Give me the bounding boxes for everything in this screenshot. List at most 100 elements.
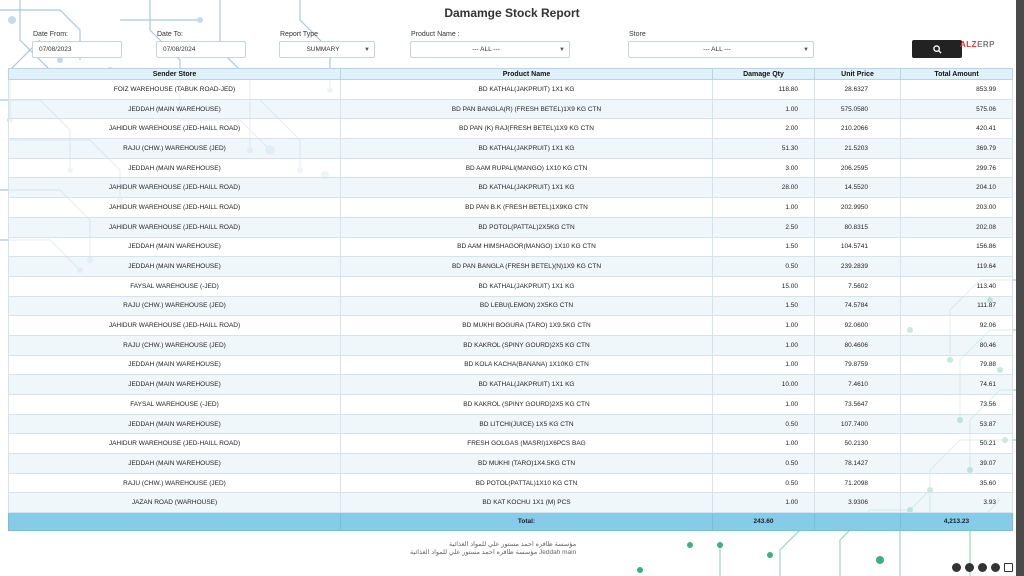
table-body: FOIZ WAREHOUSE (TABUK ROAD-JED) BD KATHAL… — [8, 79, 1013, 514]
cell-damage-qty: 1.00 — [712, 394, 815, 415]
column-header-sender-store[interactable]: Sender Store — [8, 68, 341, 80]
cell-product-name: BD MUKHI (TARO)1X4.5KG CTN — [340, 453, 713, 474]
table-row[interactable]: JAHIDUR WAREHOUSE (JED-HAILL ROAD) BD MUK… — [8, 315, 1013, 336]
total-spacer — [8, 512, 341, 532]
table-row[interactable]: RAJU (CHW.) WAREHOUSE (JED) BD POTOL(PATT… — [8, 472, 1013, 494]
table-row[interactable]: RAJU (CHW.) WAREHOUSE (JED) BD LEBU(LEMON… — [8, 295, 1013, 317]
cell-product-name: BD PAN BANGLA(R) (FRESH BETEL)1X9 KG CTN — [340, 98, 713, 120]
cell-unit-price: 50.2130 — [814, 433, 901, 455]
cell-product-name: BD PAN B.K (FRESH BETEL)1X9KG CTN — [340, 197, 713, 218]
cell-damage-qty: 1.00 — [712, 492, 815, 514]
cell-damage-qty: 1.00 — [712, 433, 815, 455]
cell-sender-store: FOIZ WAREHOUSE (TABUK ROAD-JED) — [8, 79, 341, 100]
table-row[interactable]: FOIZ WAREHOUSE (TABUK ROAD-JED) BD KATHAL… — [8, 79, 1013, 100]
cell-product-name: BD MUKHI BOGURA (TARO) 1X9.5KG CTN — [340, 315, 713, 336]
cell-product-name: BD KATHAL(JAKPRUIT) 1X1 KG — [340, 177, 713, 199]
cell-sender-store: JAHIDUR WAREHOUSE (JED-HAILL ROAD) — [8, 315, 341, 336]
date-from-input[interactable]: 07/08/2023 — [32, 41, 122, 58]
table-row[interactable]: JEDDAH (MAIN WAREHOUSE) BD LITCHI(JUICE) … — [8, 413, 1013, 435]
cell-total-amount: 113.40 — [900, 275, 1013, 297]
product-name-label: Product Name : — [411, 31, 460, 38]
refresh-icon[interactable] — [965, 563, 974, 572]
cell-unit-price: 210.2066 — [814, 118, 901, 140]
table-row[interactable]: JAZAN ROAD (WARHOUSE) BD KAT KOCHU 1X1 (M… — [8, 492, 1013, 514]
chevron-down-icon: ▼ — [364, 47, 370, 53]
column-header-product-name[interactable]: Product Name — [340, 68, 713, 80]
cell-total-amount: 420.41 — [900, 118, 1013, 140]
company-footer: مؤسسة ظافره احمد مستور علي للمواد الغذائ… — [410, 541, 576, 557]
store-select[interactable]: --- ALL --- ▼ — [628, 41, 814, 58]
cell-product-name: BD KAKROL (SPINY GOURD)2X5 KG CTN — [340, 394, 713, 415]
table-row[interactable]: JEDDAH (MAIN WAREHOUSE) BD AAM RUPALI(MAN… — [8, 157, 1013, 179]
column-header-damage-qty[interactable]: Damage Qty — [712, 68, 815, 80]
cell-unit-price: 80.4606 — [814, 334, 901, 356]
cell-damage-qty: 1.00 — [712, 98, 815, 120]
cell-unit-price: 73.5647 — [814, 394, 901, 415]
cell-product-name: BD KATHAL(JAKPRUIT) 1X1 KG — [340, 275, 713, 297]
cell-damage-qty: 1.00 — [712, 197, 815, 218]
cell-sender-store: JEDDAH (MAIN WAREHOUSE) — [8, 453, 341, 474]
cell-damage-qty: 1.00 — [712, 354, 815, 376]
cell-damage-qty: 1.50 — [712, 295, 815, 317]
cell-sender-store: JEDDAH (MAIN WAREHOUSE) — [8, 256, 341, 277]
cell-total-amount: 156.86 — [900, 236, 1013, 258]
cell-unit-price: 575.0580 — [814, 98, 901, 120]
column-header-unit-price[interactable]: Unit Price — [814, 68, 901, 80]
power-icon[interactable] — [952, 563, 961, 572]
cell-unit-price: 14.5520 — [814, 177, 901, 199]
cell-damage-qty: 2.00 — [712, 118, 815, 140]
search-button[interactable] — [912, 40, 962, 58]
table-row[interactable]: JAHIDUR WAREHOUSE (JED-HAILL ROAD) BD PAN… — [8, 118, 1013, 140]
table-row[interactable]: JEDDAH (MAIN WAREHOUSE) BD PAN BANGLA(R) … — [8, 98, 1013, 120]
chevron-down-icon: ▼ — [803, 47, 809, 53]
alzerp-logo: ALZERP — [960, 40, 995, 49]
table-row[interactable]: JEDDAH (MAIN WAREHOUSE) BD PAN BANGLA (FR… — [8, 256, 1013, 277]
footer-toolbar — [952, 563, 1013, 572]
cell-product-name: BD LEBU(LEMON) 2X5KG CTN — [340, 295, 713, 317]
report-type-select[interactable]: SUMMARY ▼ — [279, 41, 375, 58]
cell-unit-price: 107.7400 — [814, 413, 901, 435]
table-row[interactable]: RAJU (CHW.) WAREHOUSE (JED) BD KATHAL(JAK… — [8, 138, 1013, 159]
table-row[interactable]: FAYSAL WAREHOUSE (-JED) BD KAKROL (SPINY … — [8, 394, 1013, 415]
cell-sender-store: RAJU (CHW.) WAREHOUSE (JED) — [8, 472, 341, 494]
fullscreen-icon[interactable] — [1004, 563, 1013, 572]
table-row[interactable]: JEDDAH (MAIN WAREHOUSE) BD KATHAL(JAKPRUI… — [8, 374, 1013, 395]
search-icon — [932, 44, 942, 54]
chevron-down-icon: ▼ — [559, 47, 565, 53]
table-header-row: Sender Store Product Name Damage Qty Uni… — [8, 68, 1013, 80]
date-to-input[interactable]: 07/08/2024 — [156, 41, 246, 58]
cell-damage-qty: 51.30 — [712, 138, 815, 159]
cell-sender-store: JAHIDUR WAREHOUSE (JED-HAILL ROAD) — [8, 118, 341, 140]
cell-total-amount: 203.00 — [900, 197, 1013, 218]
report-title: Damamge Stock Report — [444, 6, 580, 20]
cell-total-amount: 74.61 — [900, 374, 1013, 395]
table-row[interactable]: JEDDAH (MAIN WAREHOUSE) BD MUKHI (TARO)1X… — [8, 453, 1013, 474]
table-row[interactable]: JEDDAH (MAIN WAREHOUSE) BD AAM HIMSHAGOR(… — [8, 236, 1013, 258]
settings-icon[interactable] — [991, 563, 1000, 572]
cell-sender-store: JEDDAH (MAIN WAREHOUSE) — [8, 374, 341, 395]
cell-sender-store: JEDDAH (MAIN WAREHOUSE) — [8, 354, 341, 376]
report-type-value: SUMMARY — [306, 46, 340, 53]
logo-suffix: ERP — [977, 40, 996, 49]
help-icon[interactable] — [978, 563, 987, 572]
table-row[interactable]: JAHIDUR WAREHOUSE (JED-HAILL ROAD) BD KAT… — [8, 177, 1013, 199]
cell-sender-store: JEDDAH (MAIN WAREHOUSE) — [8, 236, 341, 258]
cell-product-name: BD KATHAL(JAKPRUIT) 1X1 KG — [340, 374, 713, 395]
cell-unit-price: 79.8759 — [814, 354, 901, 376]
cell-total-amount: 204.10 — [900, 177, 1013, 199]
cell-product-name: BD AAM RUPALI(MANGO) 1X10 KG CTN — [340, 157, 713, 179]
table-row[interactable]: RAJU (CHW.) WAREHOUSE (JED) BD KAKROL (SP… — [8, 334, 1013, 356]
table-row[interactable]: JAHIDUR WAREHOUSE (JED-HAILL ROAD) FRESH … — [8, 433, 1013, 455]
table-row[interactable]: JEDDAH (MAIN WAREHOUSE) BD KOLA KACHA(BAN… — [8, 354, 1013, 376]
table-row[interactable]: FAYSAL WAREHOUSE (-JED) BD KATHAL(JAKPRUI… — [8, 275, 1013, 297]
total-qty: 243.60 — [712, 512, 815, 532]
cell-total-amount: 119.64 — [900, 256, 1013, 277]
cell-damage-qty: 1.00 — [712, 334, 815, 356]
column-header-total-amount[interactable]: Total Amount — [900, 68, 1013, 80]
report-type-label: Report Type — [280, 31, 319, 38]
product-name-select[interactable]: --- ALL --- ▼ — [410, 41, 570, 58]
table-row[interactable]: JAHIDUR WAREHOUSE (JED-HAILL ROAD) BD PAN… — [8, 197, 1013, 218]
table-row[interactable]: JAHIDUR WAREHOUSE (JED-HAILL ROAD) BD POT… — [8, 216, 1013, 238]
cell-unit-price: 78.1427 — [814, 453, 901, 474]
cell-unit-price: 206.2595 — [814, 157, 901, 179]
